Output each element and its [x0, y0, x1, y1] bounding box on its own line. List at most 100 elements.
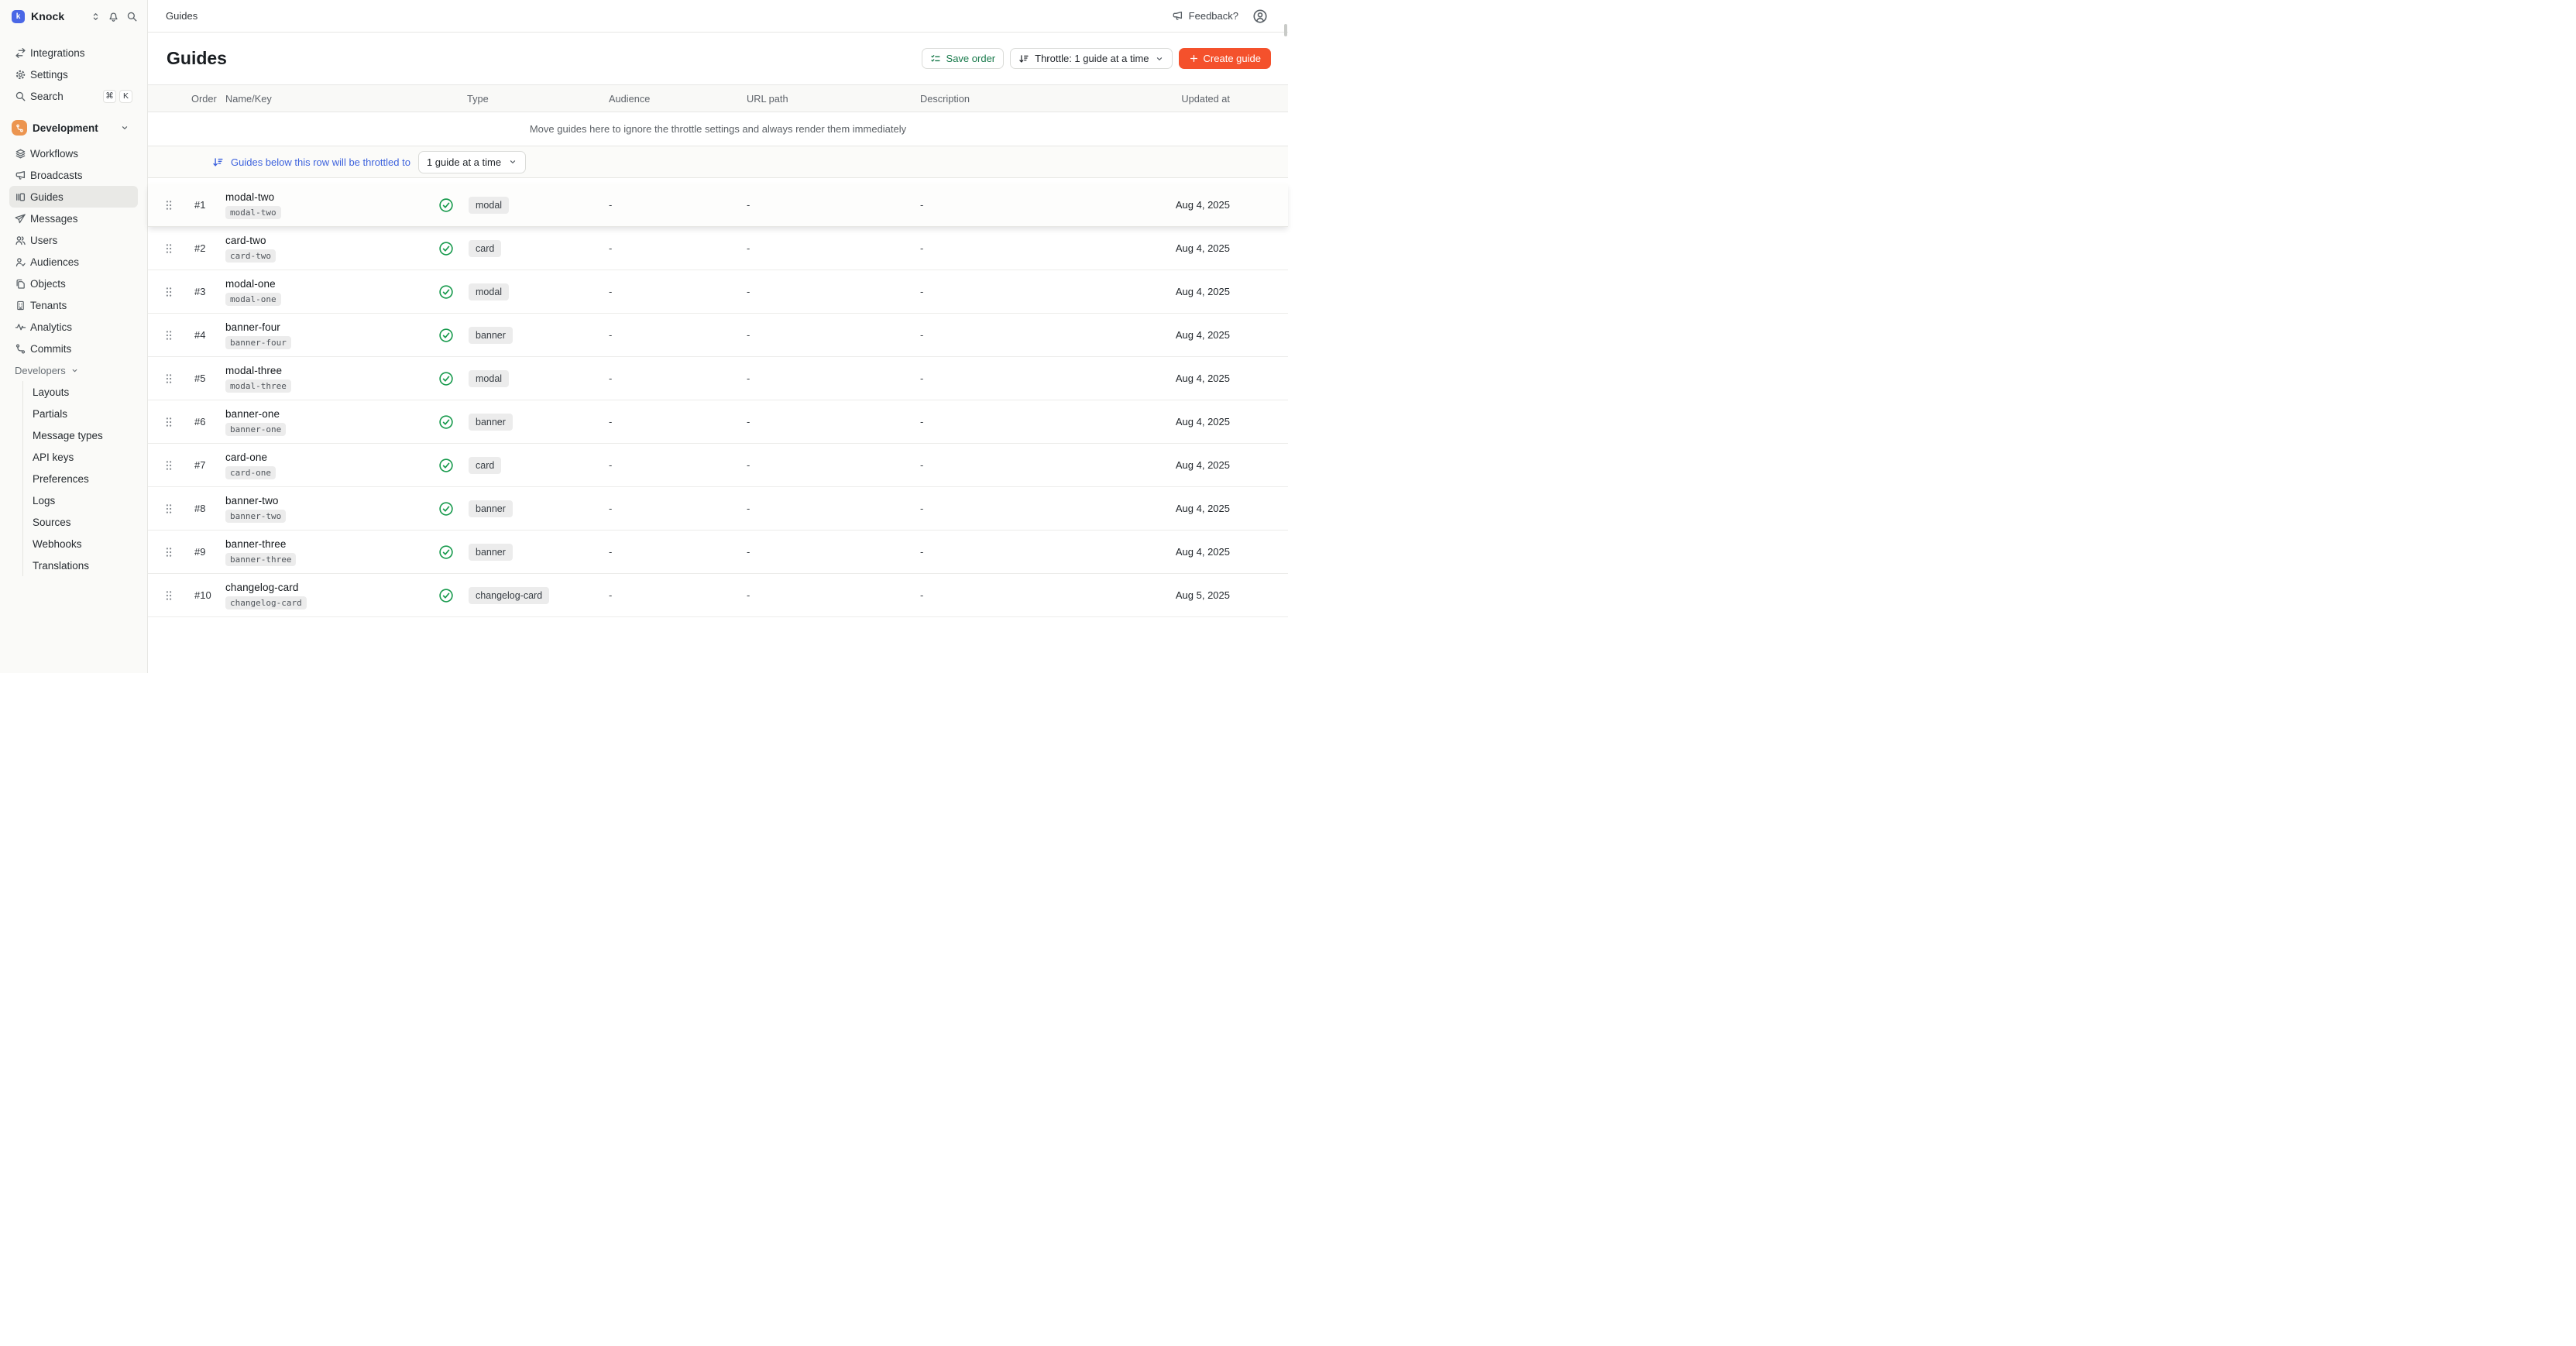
sidebar-item-integrations[interactable]: Integrations — [9, 42, 138, 64]
row-type: banner — [434, 414, 605, 431]
search-icon[interactable] — [126, 11, 138, 22]
throttle-value-select[interactable]: 1 guide at a time — [418, 151, 526, 173]
drop-zone-text: Move guides here to ignore the throttle … — [530, 123, 906, 135]
page-title: Guides — [167, 48, 227, 69]
sidebar-item-audiences[interactable]: Audiences — [9, 251, 138, 273]
breadcrumb: Guides — [166, 10, 197, 22]
row-order: #3 — [190, 286, 225, 297]
throttle-divider-link[interactable]: Guides below this row will be throttled … — [212, 156, 410, 168]
table-row[interactable]: #4 banner-four banner-four banner - - - … — [148, 314, 1288, 357]
drag-handle[interactable] — [148, 287, 190, 297]
sidebar-sub-item[interactable]: Preferences — [33, 468, 138, 489]
table-row[interactable]: #8 banner-two banner-two banner - - - Au… — [148, 487, 1288, 531]
drag-handle[interactable] — [148, 460, 190, 471]
row-url-path: - — [743, 242, 916, 254]
user-avatar-icon[interactable] — [1252, 9, 1268, 24]
row-name-key: card-two card-two — [225, 235, 434, 263]
topbar: Guides Feedback? — [148, 0, 1288, 33]
check-circle-icon — [438, 371, 454, 386]
developers-section-toggle[interactable]: Developers — [9, 359, 138, 381]
row-order: #6 — [190, 416, 225, 427]
check-circle-icon — [438, 544, 454, 560]
row-url-path: - — [743, 459, 916, 471]
row-type: modal — [434, 197, 605, 214]
gear-icon — [15, 69, 26, 81]
check-circle-icon — [438, 284, 454, 300]
sidebar-item-broadcasts[interactable]: Broadcasts — [9, 164, 138, 186]
col-header-order: Order — [190, 93, 225, 105]
scrollbar-thumb[interactable] — [1284, 24, 1287, 36]
row-audience: - — [605, 589, 743, 601]
throttle-button-label: Throttle: 1 guide at a time — [1035, 53, 1149, 64]
sidebar-sub-item[interactable]: Layouts — [33, 381, 138, 403]
throttle-divider-row: Guides below this row will be throttled … — [148, 146, 1288, 178]
row-type: modal — [434, 283, 605, 300]
sidebar-item-settings[interactable]: Settings — [9, 64, 138, 85]
sidebar-item-guides[interactable]: Guides — [9, 186, 138, 208]
throttle-dropdown-button[interactable]: Throttle: 1 guide at a time — [1010, 48, 1172, 69]
drag-handle[interactable] — [148, 200, 190, 211]
sidebar-item-objects[interactable]: Objects — [9, 273, 138, 294]
save-order-button[interactable]: Save order — [922, 48, 1005, 69]
sidebar-item-analytics[interactable]: Analytics — [9, 316, 138, 338]
col-header-type: Type — [434, 93, 605, 105]
sidebar-item-search[interactable]: Search ⌘ K — [9, 85, 138, 107]
drag-handle[interactable] — [148, 417, 190, 427]
drag-handle[interactable] — [148, 243, 190, 254]
row-type: banner — [434, 500, 605, 517]
environment-switcher[interactable]: Development — [9, 117, 138, 139]
guide-name: card-two — [225, 235, 434, 246]
sidebar-item-workflows[interactable]: Workflows — [9, 142, 138, 164]
table-row[interactable]: #2 card-two card-two card - - - Aug 4, 2… — [148, 227, 1288, 270]
row-description: - — [916, 286, 1052, 297]
sidebar-item-label: Workflows — [30, 148, 78, 160]
sidebar-item-label: Analytics — [30, 321, 72, 333]
row-audience: - — [605, 199, 743, 211]
table-row[interactable]: #10 changelog-card changelog-card change… — [148, 574, 1288, 617]
workspace-switcher-icon[interactable] — [91, 12, 101, 22]
row-url-path: - — [743, 286, 916, 297]
drag-handle[interactable] — [148, 330, 190, 341]
immediate-drop-zone[interactable]: Move guides here to ignore the throttle … — [148, 112, 1288, 146]
row-description: - — [916, 329, 1052, 341]
row-name-key: banner-three banner-three — [225, 538, 434, 566]
feedback-button[interactable]: Feedback? — [1172, 10, 1238, 22]
guide-key-badge: modal-one — [225, 293, 281, 306]
row-type: banner — [434, 327, 605, 344]
sidebar-sub-item-label: Message types — [33, 430, 103, 441]
check-circle-icon — [438, 197, 454, 213]
sidebar-sub-item[interactable]: Webhooks — [33, 533, 138, 555]
guide-type-badge: banner — [469, 544, 513, 561]
sidebar-sub-item[interactable]: Logs — [33, 489, 138, 511]
sidebar-sub-item[interactable]: Translations — [33, 555, 138, 576]
search-icon — [15, 91, 26, 102]
sidebar-sub-item[interactable]: Partials — [33, 403, 138, 424]
create-guide-button[interactable]: Create guide — [1179, 48, 1271, 69]
sidebar-item-users[interactable]: Users — [9, 229, 138, 251]
sidebar-item-commits[interactable]: Commits — [9, 338, 138, 359]
drag-handle[interactable] — [148, 373, 190, 384]
drag-handle[interactable] — [148, 590, 190, 601]
row-updated-at: Aug 4, 2025 — [1052, 503, 1288, 514]
sidebar-item-label: Search — [30, 91, 64, 102]
notifications-bell-icon[interactable] — [108, 11, 119, 22]
table-row[interactable]: #5 modal-three modal-three modal - - - A… — [148, 357, 1288, 400]
drag-handle[interactable] — [148, 503, 190, 514]
sidebar-item-label: Broadcasts — [30, 170, 83, 181]
row-type: banner — [434, 544, 605, 561]
page-header: Guides Save order Throttle: 1 guide at a… — [148, 33, 1288, 84]
table-row[interactable]: #9 banner-three banner-three banner - - … — [148, 531, 1288, 574]
table-row[interactable]: #6 banner-one banner-one banner - - - Au… — [148, 400, 1288, 444]
sidebar-item-tenants[interactable]: Tenants — [9, 294, 138, 316]
row-type: modal — [434, 370, 605, 387]
sidebar-sub-item[interactable]: Sources — [33, 511, 138, 533]
sidebar-sub-item[interactable]: API keys — [33, 446, 138, 468]
table-row[interactable]: #3 modal-one modal-one modal - - - Aug 4… — [148, 270, 1288, 314]
guide-key-badge: banner-four — [225, 336, 291, 349]
drag-handle[interactable] — [148, 547, 190, 558]
guide-key-badge: card-two — [225, 249, 276, 263]
table-row[interactable]: #7 card-one card-one card - - - Aug 4, 2… — [148, 444, 1288, 487]
sidebar-sub-item[interactable]: Message types — [33, 424, 138, 446]
sidebar-item-messages[interactable]: Messages — [9, 208, 138, 229]
table-row[interactable]: #1 modal-two modal-two modal - - - Aug 4… — [148, 184, 1288, 227]
